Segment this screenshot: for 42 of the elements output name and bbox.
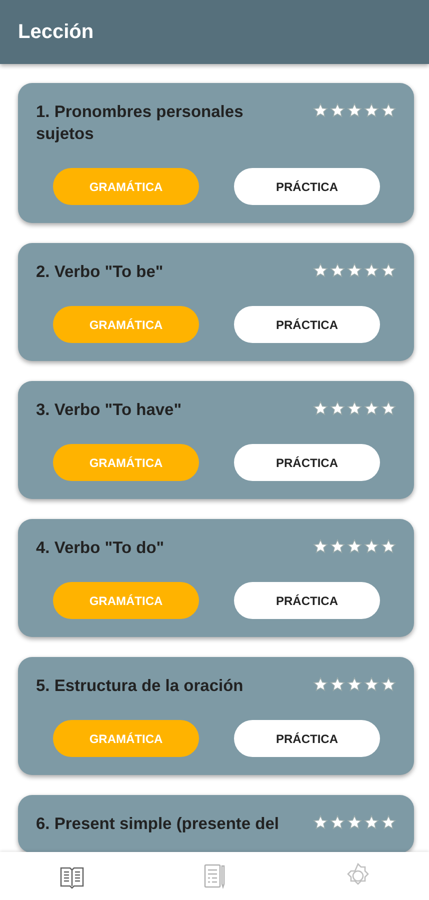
star-icon [364,815,379,830]
star-icon [364,401,379,416]
practice-button[interactable]: PRÁCTICA [234,306,380,343]
star-icon [313,263,328,278]
lesson-title: 4. Verbo "To do" [36,538,164,559]
star-icon [347,815,362,830]
practice-button[interactable]: PRÁCTICA [234,582,380,619]
star-icon [330,815,345,830]
star-icon [330,103,345,118]
star-icon [313,677,328,692]
star-icon [330,263,345,278]
star-icon [347,677,362,692]
star-icon [381,539,396,554]
star-icon [313,539,328,554]
star-icon [381,103,396,118]
star-icon [381,401,396,416]
star-icon [381,677,396,692]
lesson-title: 5. Estructura de la oración [36,676,244,697]
practice-button[interactable]: PRÁCTICA [234,720,380,757]
practice-button[interactable]: PRÁCTICA [234,444,380,481]
star-icon [381,815,396,830]
star-icon [330,539,345,554]
star-icon [364,677,379,692]
star-icon [347,539,362,554]
star-icon [381,263,396,278]
star-icon [364,263,379,278]
star-icon [364,103,379,118]
lesson-title: 6. Present simple (presente del [36,814,280,835]
star-icon [330,677,345,692]
star-icon [347,103,362,118]
lesson-title: 2. Verbo "To be" [36,262,164,283]
star-icon [347,401,362,416]
star-icon [313,103,328,118]
screen-title: Lección [18,20,94,44]
star-icon [330,401,345,416]
lesson-title: 3. Verbo "To have" [36,400,182,421]
practice-button[interactable]: PRÁCTICA [234,168,380,205]
star-icon [364,539,379,554]
star-icon [347,263,362,278]
lesson-title: 1. Pronombres personales sujetos [36,102,244,145]
star-icon [313,815,328,830]
star-icon [313,401,328,416]
